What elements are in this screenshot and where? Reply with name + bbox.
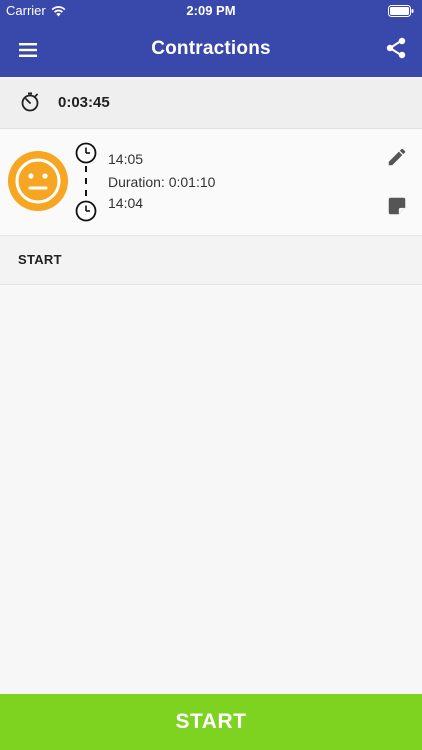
stopwatch-icon [20,92,40,117]
share-icon[interactable] [384,36,408,60]
status-time: 2:09 PM [186,3,236,18]
start-button[interactable]: START [0,694,422,750]
neutral-face-icon [8,151,68,211]
start-time: 14:04 [108,195,144,211]
app-bar: Contractions [0,22,422,77]
battery-icon [388,5,414,20]
section-label: START [18,252,62,267]
contraction-entry[interactable]: 14:05 Duration: 0:01:10 14:04 [0,129,422,236]
elapsed-timer-value: 0:03:45 [58,94,110,111]
end-time: 14:05 [108,151,144,167]
status-bar: Carrier 2:09 PM [0,0,422,22]
start-clock-icon [75,200,97,227]
elapsed-timer-row: 0:03:45 [0,78,422,129]
note-icon[interactable] [386,195,408,222]
page-title: Contractions [151,38,271,59]
pencil-icon[interactable] [386,146,408,173]
end-clock-icon [75,142,97,169]
duration: Duration: 0:01:10 [108,174,216,190]
section-header: START [0,236,422,285]
timeline-dashes [85,166,87,200]
